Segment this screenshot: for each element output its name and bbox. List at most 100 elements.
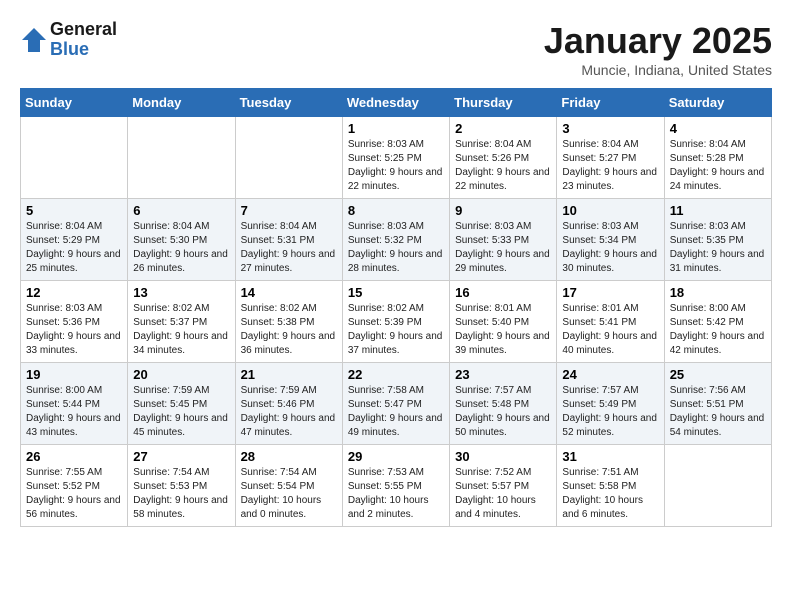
day-info: Sunrise: 7:57 AMSunset: 5:49 PMDaylight:… [562,384,658,440]
calendar-subtitle: Muncie, Indiana, United States [544,62,772,78]
day-number: 21 [241,367,337,382]
day-info: Sunrise: 8:01 AMSunset: 5:41 PMDaylight:… [562,302,658,358]
day-number: 17 [562,285,658,300]
day-number: 12 [26,285,122,300]
calendar-cell: 25Sunrise: 7:56 AMSunset: 5:51 PMDayligh… [664,363,771,445]
day-info: Sunrise: 7:54 AMSunset: 5:53 PMDaylight:… [133,466,229,522]
logo-blue: Blue [50,40,117,60]
calendar-week-row: 26Sunrise: 7:55 AMSunset: 5:52 PMDayligh… [21,445,772,527]
day-info: Sunrise: 8:03 AMSunset: 5:34 PMDaylight:… [562,220,658,276]
calendar-body: 1 Sunrise: 8:03 AMSunset: 5:25 PMDaylight… [21,117,772,527]
calendar-cell [235,117,342,199]
calendar-cell: 27 Sunrise: 7:54 AMSunset: 5:53 PMDayligh… [128,445,235,527]
calendar-cell: 23 Sunrise: 7:57 AMSunset: 5:48 PMDayligh… [450,363,557,445]
day-info: Sunrise: 8:03 AMSunset: 5:33 PMDaylight:… [455,220,551,276]
day-info: Sunrise: 8:04 AMSunset: 5:28 PMDaylight:… [670,138,766,194]
day-info: Sunrise: 7:57 AMSunset: 5:48 PMDaylight:… [455,384,551,440]
calendar-cell: 5 Sunrise: 8:04 AMSunset: 5:29 PMDaylight… [21,199,128,281]
day-info: Sunrise: 8:00 AMSunset: 5:42 PMDaylight:… [670,302,766,358]
weekday-header-wednesday: Wednesday [342,89,449,117]
day-number: 22 [348,367,444,382]
day-info: Sunrise: 7:54 AMSunset: 5:54 PMDaylight:… [241,466,337,522]
day-info: Sunrise: 8:04 AMSunset: 5:29 PMDaylight:… [26,220,122,276]
calendar-cell: 17 Sunrise: 8:01 AMSunset: 5:41 PMDayligh… [557,281,664,363]
day-info: Sunrise: 7:59 AMSunset: 5:46 PMDaylight:… [241,384,337,440]
day-info: Sunrise: 7:51 AMSunset: 5:58 PMDaylight:… [562,466,658,522]
day-number: 8 [348,203,444,218]
calendar-table: SundayMondayTuesdayWednesdayThursdayFrid… [20,88,772,527]
calendar-week-row: 5 Sunrise: 8:04 AMSunset: 5:29 PMDaylight… [21,199,772,281]
calendar-cell: 2Sunrise: 8:04 AMSunset: 5:26 PMDaylight… [450,117,557,199]
day-number: 15 [348,285,444,300]
day-number: 29 [348,449,444,464]
calendar-cell: 13 Sunrise: 8:02 AMSunset: 5:37 PMDayligh… [128,281,235,363]
day-number: 4 [670,121,766,136]
calendar-cell: 18Sunrise: 8:00 AMSunset: 5:42 PMDayligh… [664,281,771,363]
day-info: Sunrise: 8:04 AMSunset: 5:30 PMDaylight:… [133,220,229,276]
page-header: General Blue January 2025 Muncie, Indian… [20,20,772,78]
calendar-cell [128,117,235,199]
calendar-cell: 3 Sunrise: 8:04 AMSunset: 5:27 PMDaylight… [557,117,664,199]
day-number: 24 [562,367,658,382]
calendar-cell: 11Sunrise: 8:03 AMSunset: 5:35 PMDayligh… [664,199,771,281]
day-number: 13 [133,285,229,300]
calendar-cell: 12 Sunrise: 8:03 AMSunset: 5:36 PMDayligh… [21,281,128,363]
calendar-cell: 30 Sunrise: 7:52 AMSunset: 5:57 PMDayligh… [450,445,557,527]
calendar-cell: 1 Sunrise: 8:03 AMSunset: 5:25 PMDaylight… [342,117,449,199]
day-info: Sunrise: 7:55 AMSunset: 5:52 PMDaylight:… [26,466,122,522]
calendar-cell: 24 Sunrise: 7:57 AMSunset: 5:49 PMDayligh… [557,363,664,445]
calendar-week-row: 12 Sunrise: 8:03 AMSunset: 5:36 PMDayligh… [21,281,772,363]
title-block: January 2025 Muncie, Indiana, United Sta… [544,20,772,78]
day-info: Sunrise: 7:53 AMSunset: 5:55 PMDaylight:… [348,466,444,522]
calendar-cell: 14Sunrise: 8:02 AMSunset: 5:38 PMDayligh… [235,281,342,363]
weekday-header-saturday: Saturday [664,89,771,117]
calendar-cell [664,445,771,527]
day-number: 3 [562,121,658,136]
day-number: 6 [133,203,229,218]
day-info: Sunrise: 7:56 AMSunset: 5:51 PMDaylight:… [670,384,766,440]
day-info: Sunrise: 8:04 AMSunset: 5:27 PMDaylight:… [562,138,658,194]
day-number: 11 [670,203,766,218]
day-info: Sunrise: 8:03 AMSunset: 5:25 PMDaylight:… [348,138,444,194]
day-number: 2 [455,121,551,136]
calendar-cell: 22 Sunrise: 7:58 AMSunset: 5:47 PMDayligh… [342,363,449,445]
calendar-cell: 16Sunrise: 8:01 AMSunset: 5:40 PMDayligh… [450,281,557,363]
weekday-header-monday: Monday [128,89,235,117]
day-info: Sunrise: 7:58 AMSunset: 5:47 PMDaylight:… [348,384,444,440]
calendar-week-row: 1 Sunrise: 8:03 AMSunset: 5:25 PMDaylight… [21,117,772,199]
day-number: 23 [455,367,551,382]
day-number: 28 [241,449,337,464]
logo-text: General Blue [50,20,117,60]
day-number: 5 [26,203,122,218]
calendar-cell: 10 Sunrise: 8:03 AMSunset: 5:34 PMDayligh… [557,199,664,281]
day-number: 1 [348,121,444,136]
day-info: Sunrise: 8:00 AMSunset: 5:44 PMDaylight:… [26,384,122,440]
day-info: Sunrise: 8:02 AMSunset: 5:37 PMDaylight:… [133,302,229,358]
day-number: 10 [562,203,658,218]
weekday-header-sunday: Sunday [21,89,128,117]
day-info: Sunrise: 7:59 AMSunset: 5:45 PMDaylight:… [133,384,229,440]
weekday-header-row: SundayMondayTuesdayWednesdayThursdayFrid… [21,89,772,117]
logo-icon [20,26,48,54]
calendar-cell [21,117,128,199]
calendar-cell: 8 Sunrise: 8:03 AMSunset: 5:32 PMDaylight… [342,199,449,281]
calendar-week-row: 19 Sunrise: 8:00 AMSunset: 5:44 PMDayligh… [21,363,772,445]
logo: General Blue [20,20,117,60]
calendar-cell: 4 Sunrise: 8:04 AMSunset: 5:28 PMDaylight… [664,117,771,199]
calendar-cell: 15Sunrise: 8:02 AMSunset: 5:39 PMDayligh… [342,281,449,363]
day-number: 19 [26,367,122,382]
day-info: Sunrise: 7:52 AMSunset: 5:57 PMDaylight:… [455,466,551,522]
calendar-cell: 28 Sunrise: 7:54 AMSunset: 5:54 PMDayligh… [235,445,342,527]
calendar-cell: 7Sunrise: 8:04 AMSunset: 5:31 PMDaylight… [235,199,342,281]
day-info: Sunrise: 8:04 AMSunset: 5:31 PMDaylight:… [241,220,337,276]
calendar-cell: 26Sunrise: 7:55 AMSunset: 5:52 PMDayligh… [21,445,128,527]
calendar-title: January 2025 [544,20,772,62]
weekday-header-tuesday: Tuesday [235,89,342,117]
calendar-cell: 19 Sunrise: 8:00 AMSunset: 5:44 PMDayligh… [21,363,128,445]
day-number: 16 [455,285,551,300]
calendar-header: SundayMondayTuesdayWednesdayThursdayFrid… [21,89,772,117]
day-number: 27 [133,449,229,464]
day-info: Sunrise: 8:03 AMSunset: 5:36 PMDaylight:… [26,302,122,358]
day-number: 30 [455,449,551,464]
day-info: Sunrise: 8:03 AMSunset: 5:32 PMDaylight:… [348,220,444,276]
